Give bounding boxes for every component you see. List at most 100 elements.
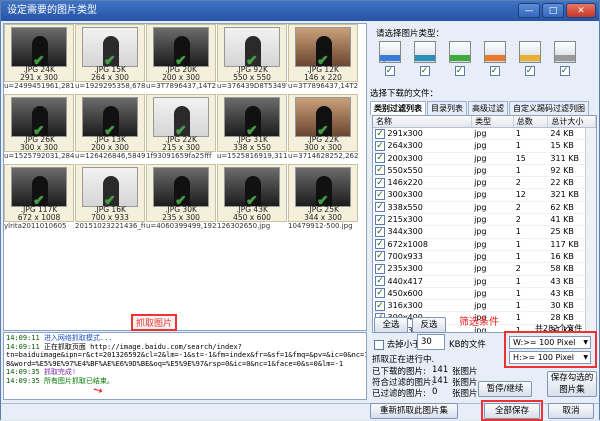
vertical-scrollbar[interactable] — [585, 128, 596, 332]
table-row[interactable]: ✓ 291x300 jpg 1 24 KB — [373, 128, 596, 141]
type-option-jpg[interactable]: JPG ✓ — [376, 41, 403, 77]
thumbnail-item[interactable]: ✔ .JPG 13K 200 x 300 — [75, 94, 145, 152]
stat-label: 已过滤的图片: — [372, 389, 426, 399]
thumbnail-item[interactable]: ✔ .JPG 31K 338 x 550 — [217, 94, 287, 152]
thumbnail-dimensions: 344 x 300 — [304, 213, 342, 222]
row-checkbox[interactable]: ✓ — [375, 239, 385, 250]
row-checkbox[interactable]: ✓ — [375, 140, 385, 151]
thumbnail-gallery[interactable]: ✔ .JPG 24K 291 x 300 ✔ .JPG 15K 264 x 300 ✔ .JP… — [3, 23, 367, 331]
type-option-png[interactable]: PNG ✓ — [481, 41, 508, 77]
type-checkbox[interactable]: ✓ — [419, 66, 430, 76]
type-option-bmp[interactable]: BMP ✓ — [411, 41, 438, 77]
thumbnail-dimensions: 338 x 550 — [233, 143, 271, 152]
row-checkbox[interactable]: ✓ — [375, 153, 385, 164]
tab-3[interactable]: 自定义踢码过滤列图 — [509, 101, 589, 115]
table-row[interactable]: ✓ 550x550 jpg 1 92 KB — [373, 165, 596, 178]
skip-small-checkbox[interactable] — [374, 339, 384, 350]
column-header[interactable]: 名称 — [373, 116, 473, 127]
table-row[interactable]: ✓ 215x300 jpg 2 41 KB — [373, 214, 596, 227]
thumbnail-item[interactable]: ✔ .JPG 43K 450 x 600 — [217, 164, 287, 222]
thumbnail-item[interactable]: ✔ .JPG 24K 291 x 300 — [4, 24, 74, 82]
type-checkbox[interactable]: ✓ — [384, 66, 395, 76]
type-checkbox[interactable]: ✓ — [489, 66, 500, 76]
table-row[interactable]: ✓ 440x417 jpg 1 43 KB — [373, 276, 596, 288]
log-panel[interactable]: 14:09:11 进入网络抓取模式... 14:09:11 正在抓取页面 http… — [3, 332, 367, 400]
invert-selection-button[interactable]: 反选 — [412, 317, 446, 333]
table-row[interactable]: ✓ 672x1008 jpg 1 117 KB — [373, 239, 596, 251]
column-header[interactable]: 总计大小 — [548, 116, 596, 127]
table-row[interactable]: ✓ 146x220 jpg 2 22 KB — [373, 177, 596, 190]
type-checkbox[interactable]: ✓ — [524, 66, 535, 76]
pause-resume-button[interactable]: 暂停/继续 — [478, 381, 532, 397]
thumbnail-item[interactable]: ✔ .JPG 117K 672 x 1008 — [4, 164, 74, 222]
type-option-tif[interactable]: TIF ✓ — [516, 41, 543, 77]
thumbnail-item[interactable]: ✔ .JPG 22K 300 x 300 — [288, 94, 358, 152]
row-count: 1 — [515, 251, 521, 261]
thumbnail-dimensions: 300 x 300 — [20, 143, 58, 152]
file-type-icon: TIF — [518, 41, 541, 63]
row-checkbox[interactable]: ✓ — [375, 263, 385, 274]
thumbnail-item[interactable]: ✔ .JPG 25K 344 x 300 — [288, 164, 358, 222]
row-checkbox[interactable]: ✓ — [375, 288, 385, 299]
table-row[interactable]: ✓ 235x300 jpg 2 58 KB — [373, 263, 596, 276]
select-all-button[interactable]: 全选 — [374, 317, 408, 333]
column-header[interactable]: 总数 — [514, 116, 549, 127]
file-type-icon: PNG — [483, 41, 506, 63]
save-checked-button[interactable]: 保存勾选的图片集 — [547, 371, 597, 397]
table-row[interactable]: ✓ 264x300 jpg 1 15 KB — [373, 140, 596, 153]
row-checkbox[interactable]: ✓ — [375, 177, 385, 188]
row-checkbox[interactable]: ✓ — [375, 251, 385, 262]
row-type: jpg — [474, 141, 487, 151]
thumbnail-item[interactable]: ✔ .JPG 30K 235 x 300 — [146, 164, 216, 222]
thumbnail-item[interactable]: ✔ .JPG 92K 550 x 550 — [217, 24, 287, 82]
min-size-input[interactable]: 30 — [417, 334, 445, 350]
file-table[interactable]: 名称 类型 总数 总计大小 ✓ 291x300 jpg 1 24 KB ✓ 264x300 jp… — [372, 115, 597, 333]
table-row[interactable]: ✓ 300x300 jpg 12 321 KB — [373, 189, 596, 202]
tab-0[interactable]: 类别过滤列表 — [370, 101, 426, 115]
table-row[interactable]: ✓ 316x300 jpg 1 30 KB — [373, 300, 596, 313]
column-header[interactable]: 类型 — [472, 116, 514, 127]
grab-images-label: 抓取图片 — [131, 314, 178, 331]
file-type-icon: JPG — [378, 41, 401, 63]
table-row[interactable]: ✓ 700x933 jpg 1 16 KB — [373, 251, 596, 264]
row-type: jpg — [474, 264, 487, 274]
row-checkbox[interactable]: ✓ — [375, 226, 385, 237]
row-checkbox[interactable]: ✓ — [375, 202, 385, 213]
row-checkbox[interactable]: ✓ — [375, 276, 385, 287]
type-checkbox[interactable]: ✓ — [559, 66, 570, 76]
close-button[interactable]: ✕ — [566, 3, 596, 18]
tab-1[interactable]: 目录列表 — [427, 101, 467, 115]
table-row[interactable]: ✓ 200x300 jpg 15 311 KB — [373, 153, 596, 165]
row-name: 300x300 — [387, 190, 423, 200]
maximize-button[interactable]: □ — [542, 3, 564, 18]
thumbnail-item[interactable]: ✔ .JPG 22K 215 x 300 — [146, 94, 216, 152]
row-checkbox[interactable]: ✓ — [375, 128, 385, 139]
cancel-button[interactable]: 取消 — [548, 403, 594, 419]
thumbnail-filename: u=2499451961,2814 — [4, 82, 74, 94]
table-row[interactable]: ✓ 344x300 jpg 1 25 KB — [373, 226, 596, 239]
thumbnail-item[interactable]: ✔ .JPG 16K 700 x 933 — [75, 164, 145, 222]
height-filter-select[interactable]: H:>= 100 Pixel — [509, 351, 591, 364]
thumbnail-item[interactable]: ✔ .JPG 12K 146 x 220 — [288, 24, 358, 82]
skip-small-option[interactable]: 去掉小于 — [374, 338, 421, 350]
row-checkbox[interactable]: ✓ — [375, 300, 385, 311]
type-option-other[interactable]: other ✓ — [551, 41, 578, 77]
thumbnail-item[interactable]: ✔ .JPG 26K 300 x 300 — [4, 94, 74, 152]
thumbnail-item[interactable]: ✔ .JPG 15K 264 x 300 — [75, 24, 145, 82]
thumbnail-filename: u=126426846,58499 — [75, 152, 145, 164]
regrab-button[interactable]: 重新抓取此图片集 — [370, 403, 458, 419]
type-checkbox[interactable]: ✓ — [454, 66, 465, 76]
minimize-button[interactable]: — — [518, 3, 540, 18]
thumbnail-item[interactable]: ✔ .JPG 20K 200 x 300 — [146, 24, 216, 82]
width-filter-select[interactable]: W:>= 100 Pixel — [509, 336, 591, 349]
row-checkbox[interactable]: ✓ — [375, 214, 385, 225]
row-checkbox[interactable]: ✓ — [375, 165, 385, 176]
row-checkbox[interactable]: ✓ — [375, 189, 385, 200]
thumbnail-filename: u=1929295358,6781 — [75, 82, 145, 94]
table-row[interactable]: ✓ 338x550 jpg 2 62 KB — [373, 202, 596, 215]
type-option-gif[interactable]: GIF ✓ — [446, 41, 473, 77]
tab-2[interactable]: 高级过滤 — [468, 101, 508, 115]
table-row[interactable]: ✓ 450x600 jpg 1 43 KB — [373, 288, 596, 301]
thumbnail-dimensions: 550 x 550 — [233, 73, 271, 82]
save-all-button[interactable]: 全部保存 — [484, 403, 540, 419]
